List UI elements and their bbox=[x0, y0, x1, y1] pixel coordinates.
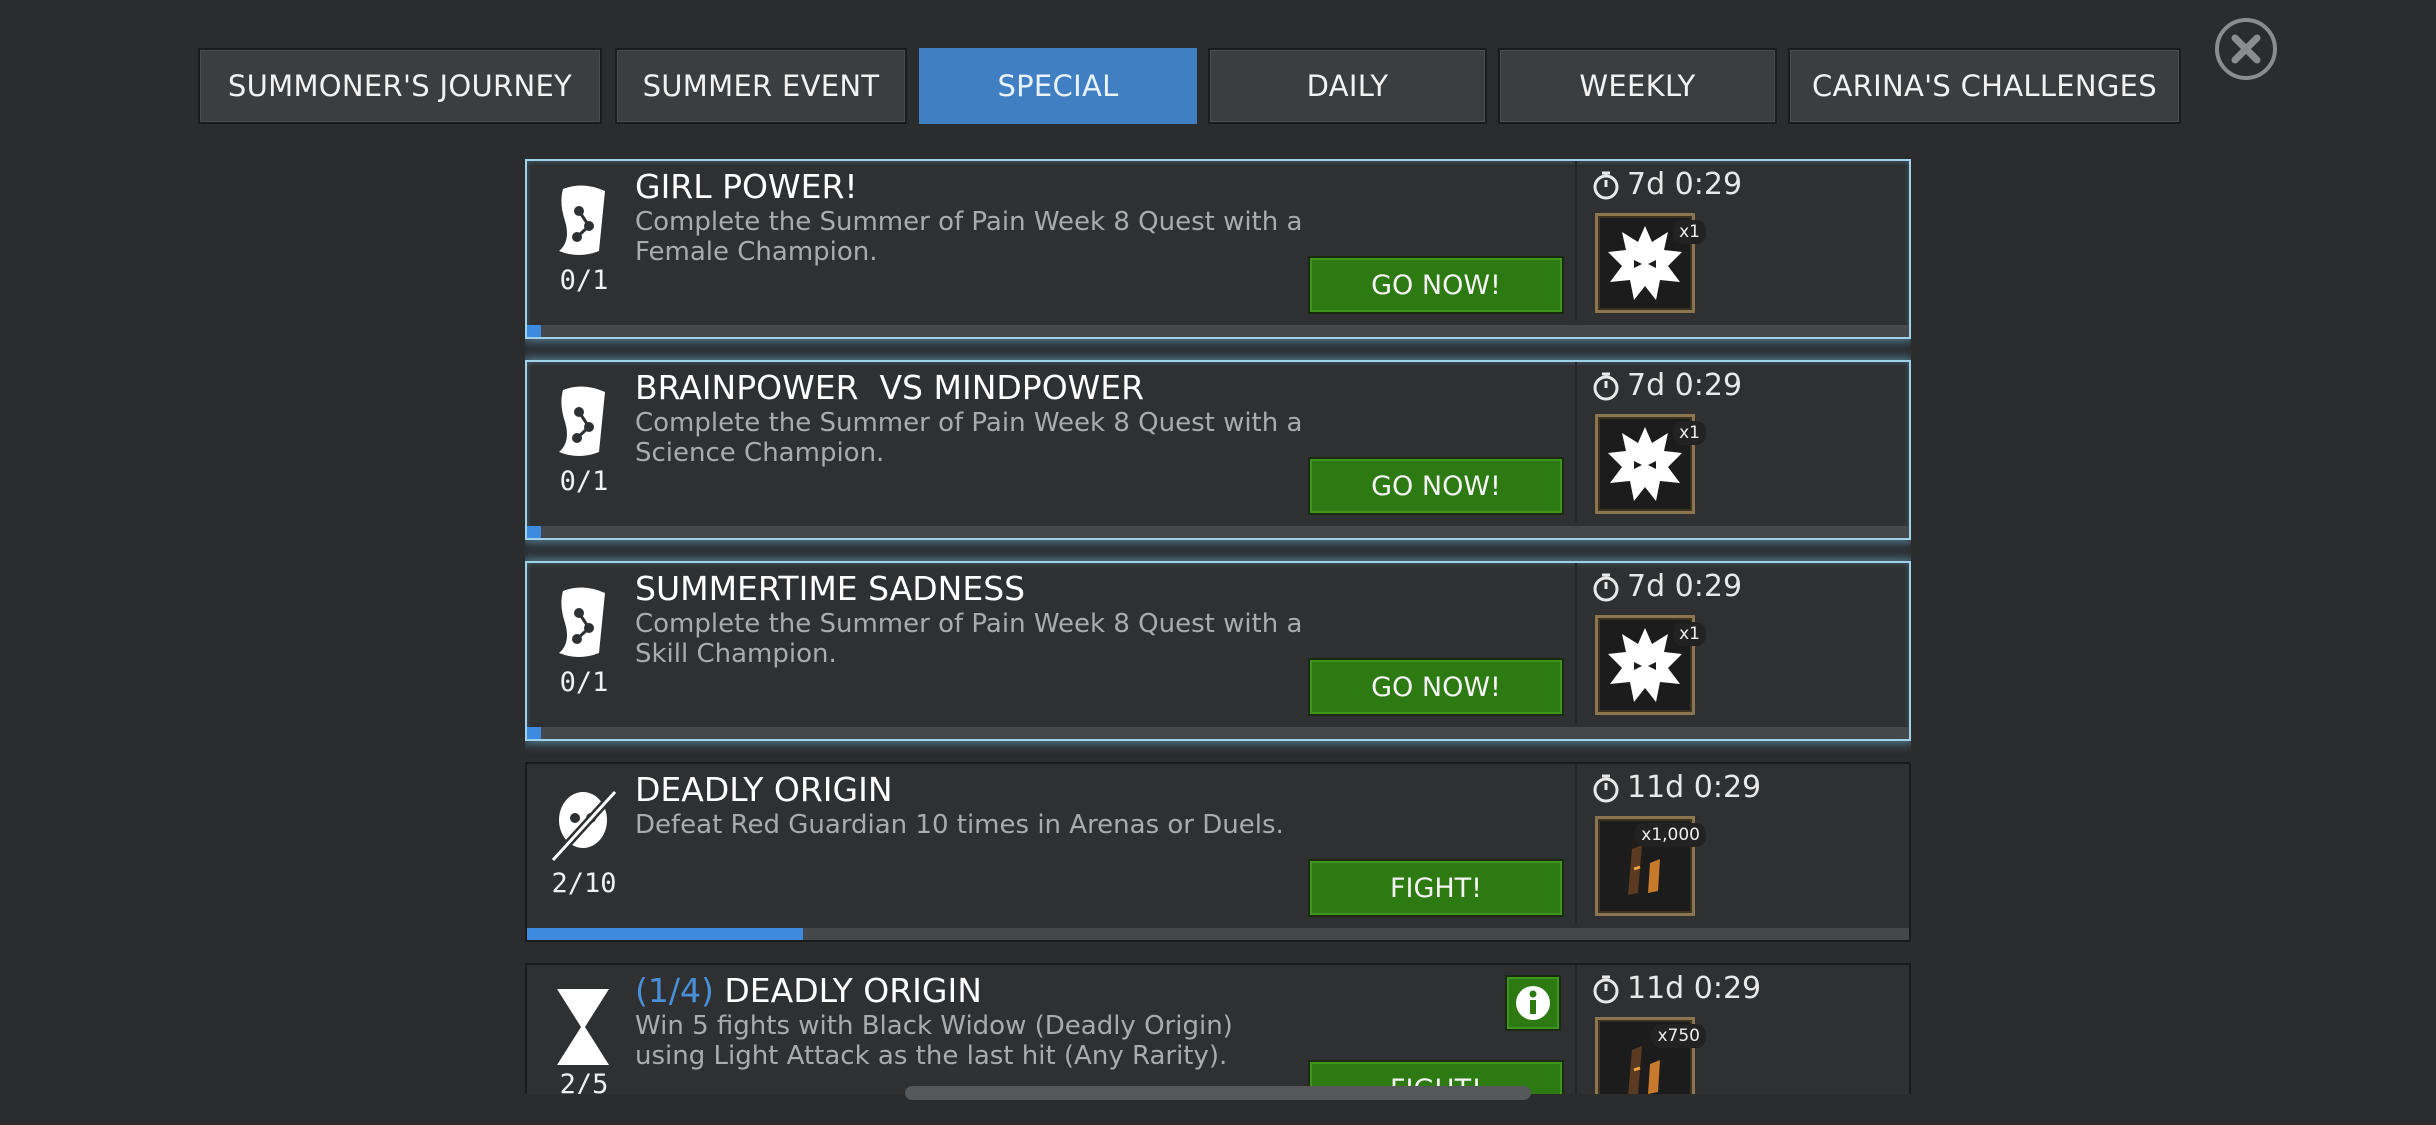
quest-timer: 11d 0:29 bbox=[1591, 971, 1761, 1006]
stopwatch-icon bbox=[1593, 171, 1619, 199]
quest-description: Defeat Red Guardian 10 times in Arenas o… bbox=[635, 810, 1284, 840]
reward-item[interactable]: x1 bbox=[1595, 213, 1706, 313]
quest-timer: 7d 0:29 bbox=[1591, 368, 1742, 403]
timer-text: 7d 0:29 bbox=[1627, 167, 1743, 202]
reward-item[interactable]: x750 bbox=[1595, 1017, 1706, 1094]
progress-bar bbox=[527, 928, 1909, 940]
quest-description: Win 5 fights with Black Widow (Deadly Or… bbox=[635, 1011, 1233, 1071]
fight-button[interactable]: FIGHT! bbox=[1308, 859, 1564, 917]
progress-bar-fill bbox=[527, 928, 804, 940]
info-button[interactable] bbox=[1505, 975, 1561, 1031]
scroll-icon bbox=[559, 386, 605, 456]
defeated-champion-icon bbox=[550, 789, 618, 863]
card-divider bbox=[1575, 965, 1577, 1094]
tab-special[interactable]: SPECIAL bbox=[919, 48, 1197, 124]
stopwatch-icon bbox=[1593, 573, 1619, 601]
quest-timer: 7d 0:29 bbox=[1591, 569, 1742, 604]
scroll-icon bbox=[559, 587, 605, 657]
progress-bar bbox=[527, 526, 1909, 538]
quest-title-text: DEADLY ORIGIN bbox=[635, 770, 893, 809]
quest-title-text: SUMMERTIME SADNESS bbox=[635, 569, 1026, 608]
timer-text: 7d 0:29 bbox=[1627, 368, 1743, 403]
horizontal-scrollbar[interactable] bbox=[905, 1086, 1531, 1100]
reward-quantity: x1 bbox=[1673, 622, 1706, 646]
quest-step-prefix: (1/4) bbox=[635, 971, 714, 1010]
progress-bar-fill bbox=[527, 526, 541, 538]
progress-bar-fill bbox=[527, 325, 541, 337]
tab-weekly[interactable]: WEEKLY bbox=[1498, 48, 1777, 124]
reward-quantity: x750 bbox=[1651, 1024, 1706, 1048]
reward-item[interactable]: x1,000 bbox=[1595, 816, 1706, 916]
scroll-icon bbox=[559, 185, 605, 255]
card-divider bbox=[1575, 362, 1577, 522]
quest-progress-count: 2/5 bbox=[559, 1069, 609, 1094]
quest-card: 2/5 (1/4) DEADLY ORIGIN Win 5 fights wit… bbox=[525, 963, 1911, 1094]
quest-progress-count: 0/1 bbox=[559, 265, 609, 296]
quest-title: DEADLY ORIGIN bbox=[635, 770, 893, 809]
progress-bar-fill bbox=[527, 727, 541, 739]
quest-title: BRAINPOWER VS MINDPOWER bbox=[635, 368, 1144, 407]
card-divider bbox=[1575, 764, 1577, 924]
quest-title-text: GIRL POWER! bbox=[635, 167, 858, 206]
quest-title: GIRL POWER! bbox=[635, 167, 858, 206]
stopwatch-icon bbox=[1593, 774, 1619, 802]
quest-list[interactable]: 0/1 GIRL POWER! Complete the Summer of P… bbox=[525, 159, 1911, 1094]
stopwatch-icon bbox=[1593, 372, 1619, 400]
tab-daily[interactable]: DAILY bbox=[1208, 48, 1487, 124]
quest-timer: 7d 0:29 bbox=[1591, 167, 1742, 202]
go-now-button[interactable]: GO NOW! bbox=[1308, 256, 1564, 314]
quest-card: 0/1 SUMMERTIME SADNESS Complete the Summ… bbox=[525, 561, 1911, 741]
quest-title: (1/4) DEADLY ORIGIN bbox=[635, 971, 982, 1010]
quest-progress-count: 0/1 bbox=[559, 667, 609, 698]
quest-card: 0/1 GIRL POWER! Complete the Summer of P… bbox=[525, 159, 1911, 339]
quest-progress-count: 2/10 bbox=[551, 868, 617, 899]
quest-progress-count: 0/1 bbox=[559, 466, 609, 497]
info-icon bbox=[1516, 986, 1550, 1020]
go-now-button[interactable]: GO NOW! bbox=[1308, 658, 1564, 716]
timer-text: 11d 0:29 bbox=[1627, 971, 1762, 1006]
close-button[interactable] bbox=[2215, 18, 2277, 80]
reward-quantity: x1,000 bbox=[1635, 823, 1706, 847]
quest-title: SUMMERTIME SADNESS bbox=[635, 569, 1025, 608]
tab-summoners-journey[interactable]: SUMMONER'S JOURNEY bbox=[198, 48, 602, 124]
reward-item[interactable]: x1 bbox=[1595, 615, 1706, 715]
card-divider bbox=[1575, 161, 1577, 321]
reward-quantity: x1 bbox=[1673, 421, 1706, 445]
close-icon bbox=[2231, 34, 2261, 64]
tab-summer-event[interactable]: SUMMER EVENT bbox=[615, 48, 907, 124]
reward-item[interactable]: x1 bbox=[1595, 414, 1706, 514]
timer-text: 7d 0:29 bbox=[1627, 569, 1743, 604]
quest-title-text: DEADLY ORIGIN bbox=[724, 971, 982, 1010]
progress-bar bbox=[527, 325, 1909, 337]
card-divider bbox=[1575, 563, 1577, 723]
progress-bar bbox=[527, 727, 1909, 739]
quest-timer: 11d 0:29 bbox=[1591, 770, 1761, 805]
timer-text: 11d 0:29 bbox=[1627, 770, 1762, 805]
quest-card: 0/1 BRAINPOWER VS MINDPOWER Complete the… bbox=[525, 360, 1911, 540]
go-now-button[interactable]: GO NOW! bbox=[1308, 457, 1564, 515]
tab-carinas-challenges[interactable]: CARINA'S CHALLENGES bbox=[1788, 48, 2181, 124]
reward-quantity: x1 bbox=[1673, 220, 1706, 244]
quest-description: Complete the Summer of Pain Week 8 Quest… bbox=[635, 207, 1303, 267]
quest-description: Complete the Summer of Pain Week 8 Quest… bbox=[635, 408, 1303, 468]
quest-card: 2/10 DEADLY ORIGIN Defeat Red Guardian 1… bbox=[525, 762, 1911, 942]
hourglass-icon bbox=[557, 989, 609, 1065]
stopwatch-icon bbox=[1593, 975, 1619, 1003]
quest-title-text: BRAINPOWER VS MINDPOWER bbox=[635, 368, 1145, 407]
quest-description: Complete the Summer of Pain Week 8 Quest… bbox=[635, 609, 1303, 669]
